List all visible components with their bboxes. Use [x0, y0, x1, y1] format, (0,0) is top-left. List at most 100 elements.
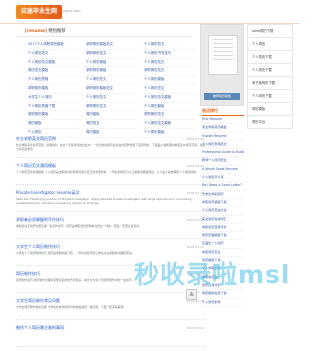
recommend-link[interactable]: 求职简历模板 [28, 85, 80, 94]
recommend-link[interactable]: 2017个人求职简历模板 [28, 41, 80, 50]
article-title[interactable]: 外企求职英文简历范例 [16, 135, 166, 143]
hot-ranking-link[interactable]: 个人简历表格范文 [202, 141, 244, 150]
site-header: 应届毕业生网 yjbys.com [0, 0, 300, 23]
recommend-link[interactable]: 个人简历模板 [144, 103, 196, 112]
preview-line [213, 51, 233, 52]
article-date: 2018-03-19 [186, 326, 204, 330]
recommend-link[interactable]: 个人简历范文 [144, 59, 196, 68]
article-item: 个人简历范文通用模板 2018-03-20 个人简历范文通用模板 个人简历是求职者向… [16, 162, 206, 186]
recommend-link[interactable]: 简历模板 [28, 120, 80, 129]
article-item: Private Investigator resume英文 2018-03-20 S… [16, 189, 206, 213]
hot-ranking-link[interactable]: 大学生求职简历 [202, 191, 244, 199]
recommend-link[interactable]: 个人简历范文 [86, 76, 138, 85]
hot-ranking-link[interactable]: Do I Need a Cover Letter? [202, 182, 244, 191]
hot-ranking-link[interactable]: A Whole Great Resume [202, 166, 244, 175]
hot-ranking-link[interactable]: 个人简历范文大全 [202, 207, 244, 216]
hot-ranking-link[interactable]: 简历封面模板下载 [202, 232, 244, 241]
recommend-link[interactable]: 个人简历范文模板 [144, 94, 196, 103]
article-item: 外企求职英文简历范例 2018-03-20 外企求职英文简历范例（通用6篇）在这个竞… [16, 135, 206, 159]
recommend-link[interactable]: 求职简历范文 [144, 111, 196, 121]
recommend-link[interactable]: 个人简历范文模板 [28, 59, 80, 68]
side-link[interactable]: 个人简历下载 [247, 50, 293, 63]
recommend-link[interactable]: 个人简历模板 [86, 59, 138, 68]
side-link[interactable]: 个人简历 [247, 37, 293, 50]
article-summary: Seek the challenging position of Private… [16, 197, 192, 205]
recommend-grid: 2017个人求职简历模板 求职简历模板范文 个人简历范文 个人简历范文 求职简历范文 个人… [28, 41, 196, 138]
preview-line [213, 59, 233, 60]
article-summary [16, 332, 206, 344]
hot-ranking-link[interactable]: 个人简历怎么写 [202, 174, 244, 183]
recommend-link[interactable]: 简历范文模板 [28, 67, 80, 77]
recommend-link[interactable]: 大学生个人简历 [28, 94, 80, 103]
hot-ranking-link[interactable]: 求职简历范文 [202, 249, 244, 258]
article-title-row: 大学生个人简历制作技巧 2018-03-19 [16, 243, 206, 251]
hot-ranking-link[interactable]: 求职简历自我评价 [202, 224, 244, 233]
side-link[interactable]: 简历模板 [247, 102, 293, 115]
article-list: 外企求职英文简历范例 2018-03-20 外企求职英文简历范例（通用6篇）在这个竞… [16, 135, 206, 351]
article-divider [16, 211, 206, 213]
article-title[interactable]: 个人简历范文通用模板 [16, 162, 166, 170]
site-logo[interactable]: 应届毕业生网 [16, 5, 62, 19]
side-link[interactable]: 简历平台 [247, 115, 293, 129]
recommend-link[interactable]: 简历模板 [86, 111, 138, 121]
recommend-link[interactable]: 个人简历范文 [28, 50, 80, 59]
recommend-link[interactable]: 求职简历模板 [28, 111, 80, 121]
recommend-link[interactable]: 求职简历模板范文 [86, 41, 138, 50]
article-title[interactable]: 求职者必须掌握的写作技巧 [16, 216, 166, 224]
article-title-row: 外企求职英文简历范例 2018-03-20 [16, 135, 206, 143]
hot-ranking-link[interactable]: 英文求职简历模板 [202, 124, 244, 133]
article-title[interactable]: Private Investigator resume英文 [16, 189, 166, 197]
article-title[interactable]: 大学生个人简历制作技巧 [16, 243, 166, 251]
recommend-link[interactable]: 求职简历模板 [86, 67, 138, 77]
recommend-link[interactable]: 简历范文 [86, 120, 138, 129]
recommend-link[interactable]: 个人简历书写技巧 [144, 50, 196, 59]
recommend-link[interactable]: 个人简历表格 [28, 76, 80, 85]
preview-line [213, 39, 233, 40]
hot-ranking-link[interactable]: 英文简历常用词汇 [202, 216, 244, 224]
article-title-row: 求职者必须掌握的写作技巧 2018-03-19 [16, 216, 206, 224]
hot-ranking-link[interactable]: First Resume [202, 116, 244, 125]
hot-ranking-link[interactable]: Professional Guide to Building [202, 149, 244, 158]
preview-line [213, 43, 233, 44]
recommend-link[interactable]: 求职简历范文 [144, 67, 196, 77]
recommend-link[interactable]: 个人简历模板 [144, 76, 196, 85]
article-summary: 外企求职英文简历范例（通用6篇）在这个竞争激烈的社会中，一份出色的简历往往会给招… [16, 143, 206, 151]
recommend-link[interactable]: 个人简历范文 [144, 41, 196, 50]
recommend-link[interactable]: 个人简历范文模板 [144, 120, 196, 129]
article-title[interactable]: 大学生简历制作常见问题 [16, 297, 166, 305]
template-preview [208, 35, 238, 75]
side-link[interactable]: 个人简历下载 [247, 89, 293, 102]
article-item: 求职者必须掌握的写作技巧 2018-03-19 求职者在写简历时要掌握一些写作技巧，… [16, 216, 206, 240]
hot-ranking-link[interactable]: 教师个人简历范文 [202, 157, 244, 166]
recommend-link[interactable]: 个人简历表格下载 [28, 103, 80, 112]
recommend-link[interactable]: 求职简历范文 [86, 50, 138, 59]
side-link-list: word简历下载 个人简历 个人简历下载 个人简历下载 电子版简历下载 个人简历下载 简历模… [247, 24, 293, 129]
recommend-link[interactable]: 个人简历范文 [86, 94, 138, 103]
hot-ranking-link[interactable]: 应届生个人简历 [202, 240, 244, 249]
hot-ranking-link[interactable]: 求职简历模板下载 [202, 199, 244, 208]
section-tabline: [resume] 特别推荐 [16, 27, 192, 37]
article-title[interactable]: 制作个人简历需注意的事项 [16, 324, 166, 332]
recommend-section: [resume] 特别推荐 2017个人求职简历模板 求职简历模板范文 个人简历范文… [16, 27, 196, 138]
article-title-row: 个人简历范文通用模板 2018-03-20 [16, 162, 206, 170]
back-to-top-button[interactable]: ▲ [186, 289, 197, 300]
featured-template[interactable]: 推荐简历模板 [200, 24, 244, 106]
tab-recommend[interactable]: [resume] 特别推荐 [25, 27, 66, 36]
recommend-link[interactable]: 个人简历范文 [144, 85, 196, 94]
article-title-row: 大学生简历制作常见问题 2018-03-19 [16, 297, 206, 305]
article-title-row: 制作个人简历需注意的事项 2018-03-19 [16, 324, 206, 332]
side-link[interactable]: 电子版简历下载 [247, 76, 293, 89]
side-link[interactable]: word简历下载 [247, 24, 293, 37]
article-title-row: Private Investigator resume英文 2018-03-20 [16, 189, 206, 197]
arrow-up-icon: ▲ [189, 290, 194, 297]
hot-ranking-link[interactable]: English Resume [202, 133, 244, 141]
article-item: 制作个人简历需注意的事项 2018-03-19 [16, 324, 206, 348]
logo-tagline: yjbys.com [63, 9, 81, 13]
recommend-link[interactable]: 求职简历模板范文 [86, 85, 138, 94]
watermark: 秒收录啦msl [134, 260, 291, 289]
side-link[interactable]: 个人简历下载 [247, 63, 293, 76]
recommend-link[interactable]: 求职简历范文 [86, 103, 138, 112]
tab-tag: [resume] [25, 29, 47, 34]
article-divider [16, 238, 206, 240]
article-divider [16, 184, 206, 186]
